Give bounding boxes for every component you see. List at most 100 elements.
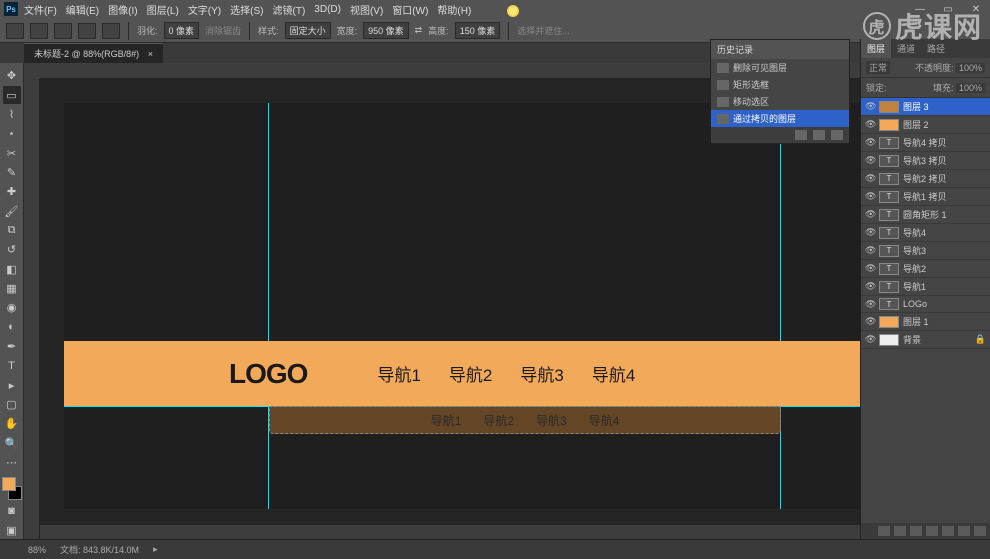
layer-row[interactable]: 👁T导航1 拷贝 (861, 188, 990, 206)
layer-row[interactable]: 👁背景🔒 (861, 331, 990, 349)
tab-channels[interactable]: 通道 (891, 39, 921, 58)
zoom-level[interactable]: 88% (28, 545, 46, 555)
visibility-icon[interactable]: 👁 (865, 299, 875, 310)
link-layers-icon[interactable] (878, 526, 890, 536)
menu-type[interactable]: 文字(Y) (188, 2, 221, 17)
trash-icon[interactable] (831, 130, 843, 140)
zoom-tool[interactable]: 🔍 (3, 435, 21, 452)
history-item[interactable]: 通过拷贝的图层 (711, 110, 849, 127)
color-swatches[interactable] (2, 477, 22, 500)
marquee-tool[interactable]: ▭ (3, 86, 21, 103)
visibility-icon[interactable]: 👁 (865, 191, 875, 202)
history-brush-tool[interactable]: ↺ (3, 241, 21, 258)
layer-row[interactable]: 👁T导航3 (861, 242, 990, 260)
layer-row[interactable]: 👁T导航3 拷贝 (861, 152, 990, 170)
visibility-icon[interactable]: 👁 (865, 155, 875, 166)
trash-icon[interactable] (974, 526, 986, 536)
new-layer-icon[interactable] (958, 526, 970, 536)
layer-row[interactable]: 👁T导航2 (861, 260, 990, 278)
snapshot-icon[interactable] (795, 130, 807, 140)
visibility-icon[interactable]: 👁 (865, 227, 875, 238)
pen-tool[interactable]: ✒ (3, 338, 21, 355)
eraser-tool[interactable]: ◧ (3, 260, 21, 277)
stamp-tool[interactable]: ⧉ (3, 222, 21, 239)
menu-filter[interactable]: 滤镜(T) (273, 2, 306, 17)
path-select-tool[interactable]: ▸ (3, 377, 21, 394)
style-select[interactable]: 固定大小 (285, 22, 331, 39)
layer-row[interactable]: 👁T导航4 (861, 224, 990, 242)
document-tab[interactable]: 未标题-2 @ 88%(RGB/8#) × (24, 43, 163, 63)
menu-file[interactable]: 文件(F) (24, 2, 57, 17)
visibility-icon[interactable]: 👁 (865, 137, 875, 148)
vertical-ruler[interactable] (24, 79, 40, 539)
group-icon[interactable] (942, 526, 954, 536)
eyedropper-tool[interactable]: ✎ (3, 164, 21, 181)
move-tool[interactable]: ✥ (3, 67, 21, 84)
layer-row[interactable]: 👁T导航4 拷贝 (861, 134, 990, 152)
opacity-input[interactable]: 100% (956, 63, 985, 73)
menu-window[interactable]: 窗口(W) (392, 2, 428, 17)
menu-help[interactable]: 帮助(H) (437, 2, 471, 17)
tool-preset-icon[interactable] (6, 23, 24, 39)
layer-fx-icon[interactable] (894, 526, 906, 536)
blend-mode-select[interactable]: 正常 (866, 61, 890, 74)
swap-icon[interactable]: ⇄ (415, 25, 423, 36)
layer-row[interactable]: 👁T导航1 (861, 278, 990, 296)
document-canvas[interactable]: LOGO 导航1 导航2 导航3 导航4 导航1 导航2 导航3 导航4 (64, 103, 946, 509)
visibility-icon[interactable]: 👁 (865, 245, 875, 256)
minimize-button[interactable]: — (906, 0, 934, 19)
type-tool[interactable]: T (3, 357, 21, 374)
screenmode-tool[interactable]: ▣ (3, 522, 21, 539)
selection-mode-subtract[interactable] (78, 23, 96, 39)
shape-tool[interactable]: ▢ (3, 396, 21, 413)
edit-toolbar[interactable]: ⋯ (3, 454, 21, 471)
dodge-tool[interactable]: ◐ (3, 318, 21, 335)
visibility-icon[interactable]: 👁 (865, 173, 875, 184)
refine-edge-button[interactable]: 选择并遮住... (517, 24, 570, 37)
guide-vertical[interactable] (268, 103, 269, 509)
maximize-button[interactable]: ▭ (934, 0, 962, 19)
lasso-tool[interactable]: ⌇ (3, 106, 21, 123)
width-input[interactable]: 950 像素 (363, 22, 409, 39)
visibility-icon[interactable]: 👁 (865, 101, 875, 112)
brush-tool[interactable]: 🖌 (3, 202, 21, 219)
visibility-icon[interactable]: 👁 (865, 281, 875, 292)
height-input[interactable]: 150 像素 (455, 22, 501, 39)
layer-row[interactable]: 👁图层 2 (861, 116, 990, 134)
history-item[interactable]: 删除可见图层 (711, 59, 849, 76)
history-item[interactable]: 移动选区 (711, 93, 849, 110)
hand-tool[interactable]: ✋ (3, 415, 21, 432)
layer-mask-icon[interactable] (910, 526, 922, 536)
selection-mode-new[interactable] (30, 23, 48, 39)
fill-input[interactable]: 100% (956, 83, 985, 93)
magic-wand-tool[interactable]: ⋆ (3, 125, 21, 142)
close-button[interactable]: ✕ (962, 0, 990, 19)
tab-layers[interactable]: 图层 (861, 39, 891, 58)
visibility-icon[interactable]: 👁 (865, 334, 875, 345)
visibility-icon[interactable]: 👁 (865, 119, 875, 130)
menu-edit[interactable]: 编辑(E) (66, 2, 99, 17)
layer-row[interactable]: 👁图层 1 (861, 313, 990, 331)
menu-view[interactable]: 视图(V) (350, 2, 383, 17)
menu-3d[interactable]: 3D(D) (314, 4, 341, 15)
visibility-icon[interactable]: 👁 (865, 209, 875, 220)
menu-layer[interactable]: 图层(L) (147, 2, 179, 17)
doc-info[interactable]: 文档: 843.8K/14.0M (60, 543, 139, 556)
selection-mode-add[interactable] (54, 23, 72, 39)
tab-paths[interactable]: 路径 (921, 39, 951, 58)
guide-vertical[interactable] (780, 103, 781, 509)
chevron-right-icon[interactable]: ▸ (153, 544, 158, 555)
layer-row[interactable]: 👁图层 3 (861, 98, 990, 116)
new-snapshot-icon[interactable] (813, 130, 825, 140)
blur-tool[interactable]: ◉ (3, 299, 21, 316)
antialias-checkbox[interactable]: 消除锯齿 (205, 24, 241, 37)
layer-row[interactable]: 👁T圆角矩形 1 (861, 206, 990, 224)
menu-image[interactable]: 图像(I) (108, 2, 137, 17)
quickmask-tool[interactable]: ◙ (3, 502, 21, 519)
history-item[interactable]: 矩形选框 (711, 76, 849, 93)
horizontal-scrollbar[interactable] (40, 525, 966, 539)
visibility-icon[interactable]: 👁 (865, 263, 875, 274)
foreground-color[interactable] (2, 477, 16, 491)
adjustment-layer-icon[interactable] (926, 526, 938, 536)
menu-select[interactable]: 选择(S) (230, 2, 263, 17)
